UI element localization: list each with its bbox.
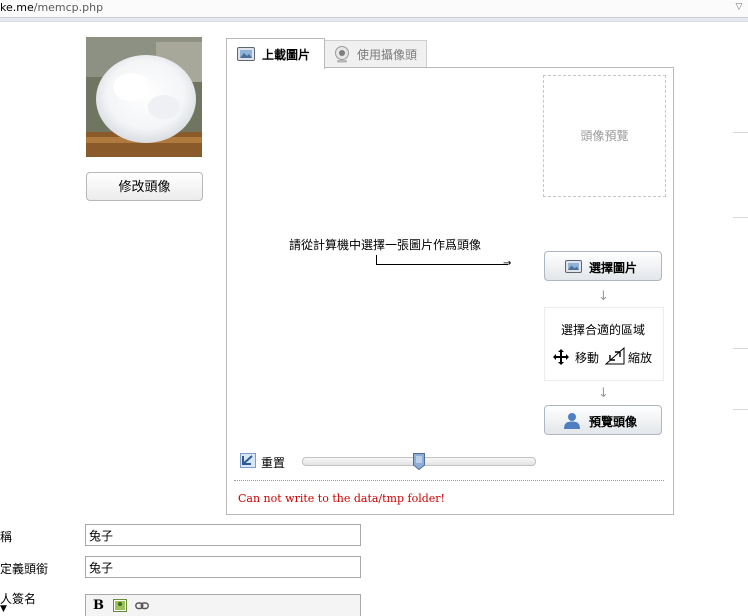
arrow-right-icon: → [503, 258, 512, 269]
panel-divider [234, 480, 664, 481]
preview-avatar-label: 預覽頭像 [589, 415, 638, 429]
browser-toolbar-strip [0, 18, 748, 22]
change-avatar-button[interactable]: 修改頭像 [86, 172, 203, 201]
upload-instruction: 請從計算機中選擇一張圖片作爲頭像 [289, 238, 482, 252]
tab-webcam-label: 使用攝像頭 [357, 48, 418, 62]
arrow-down-icon: ↓ [598, 289, 609, 304]
custom-title-label: 定義頭銜 [0, 562, 49, 576]
user-icon [564, 413, 580, 429]
custom-title-input[interactable] [85, 556, 361, 578]
edge-separator [733, 348, 748, 349]
bold-button[interactable]: B [93, 599, 104, 613]
move-label: 移動 [575, 351, 600, 365]
select-image-button[interactable]: 選擇圖片 [544, 251, 662, 281]
tab-upload-image[interactable]: 上載圖片 [226, 38, 325, 69]
tab-upload-label: 上載圖片 [262, 48, 311, 62]
reset-icon[interactable] [240, 453, 256, 468]
edge-separator [733, 217, 748, 218]
nickname-label: 稱 [0, 530, 13, 544]
signature-expand-icon[interactable]: ▼ [0, 604, 7, 614]
edge-separator [733, 409, 748, 410]
insert-image-icon[interactable] [113, 599, 127, 612]
crop-area-title: 選擇合適的區域 [561, 323, 646, 337]
preview-avatar-button[interactable]: 預覽頭像 [544, 405, 662, 435]
zoom-label: 縮放 [628, 351, 653, 365]
webcam-icon [335, 46, 349, 63]
edge-separator [733, 132, 748, 133]
error-message: Can not write to the data/tmp folder! [238, 492, 445, 505]
avatar-preview-box: 頭像預覽 [543, 75, 666, 197]
avatar [86, 37, 202, 157]
instruction-arrow-stem [376, 255, 377, 264]
resize-icon [605, 347, 625, 365]
nickname-input[interactable] [85, 524, 361, 546]
address-bar[interactable]: ke.me/memcp.php ▽ [0, 0, 748, 18]
avatar-image [86, 37, 202, 157]
image-icon [565, 260, 582, 273]
zoom-slider-thumb[interactable] [413, 453, 425, 470]
address-dropdown-icon[interactable]: ▽ [734, 2, 744, 12]
crop-area-box [544, 307, 664, 381]
select-image-label: 選擇圖片 [589, 261, 638, 275]
link-icon[interactable] [135, 601, 149, 611]
tab-webcam[interactable]: 使用攝像頭 [323, 40, 427, 68]
url-domain: ke.me [0, 1, 34, 14]
arrow-down-icon: ↓ [598, 386, 609, 401]
instruction-arrow-line [376, 264, 508, 265]
address-url[interactable]: ke.me/memcp.php [0, 1, 103, 14]
move-icon [553, 349, 569, 365]
reset-button[interactable]: 重置 [261, 454, 285, 471]
image-icon [237, 47, 255, 61]
url-path: /memcp.php [33, 1, 104, 14]
